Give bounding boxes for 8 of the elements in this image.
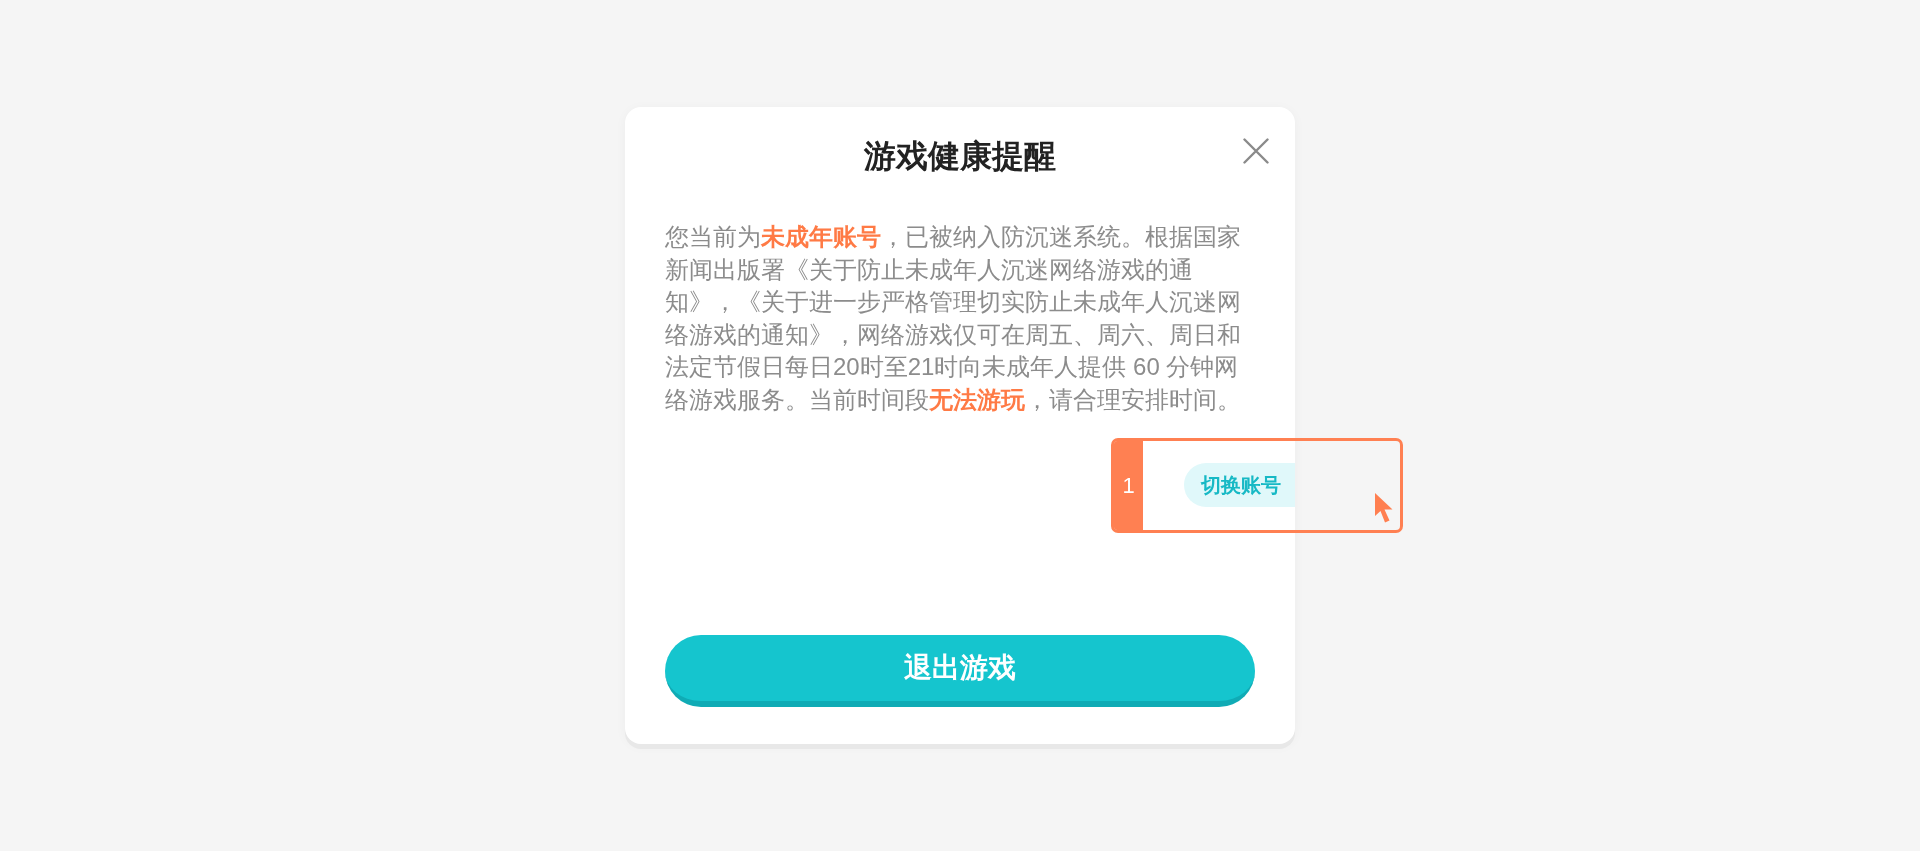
close-icon <box>1243 138 1269 164</box>
step-number: 1 <box>1114 441 1143 530</box>
cursor-icon <box>1374 492 1394 524</box>
close-button[interactable] <box>1241 136 1271 166</box>
exit-game-button[interactable]: 退出游戏 <box>665 635 1255 707</box>
switch-account-button[interactable]: 切换账号 <box>1184 463 1295 507</box>
notice-message: 您当前为未成年账号，已被纳入防沉迷系统。根据国家新闻出版署《关于防止未成年人沉迷网络游戏的通知》，《关于进一步严格管理切实防止未成年人沉迷网络游戏的通知》，网络游戏仅可在周五、周六、周日和法定节假日每日20时至21时向未成年人提供 60 分钟网络游戏服务。当前时间段无法游玩，请合理安排时间。 <box>665 222 1242 415</box>
dialog-title: 游戏健康提醒 <box>864 137 1056 176</box>
